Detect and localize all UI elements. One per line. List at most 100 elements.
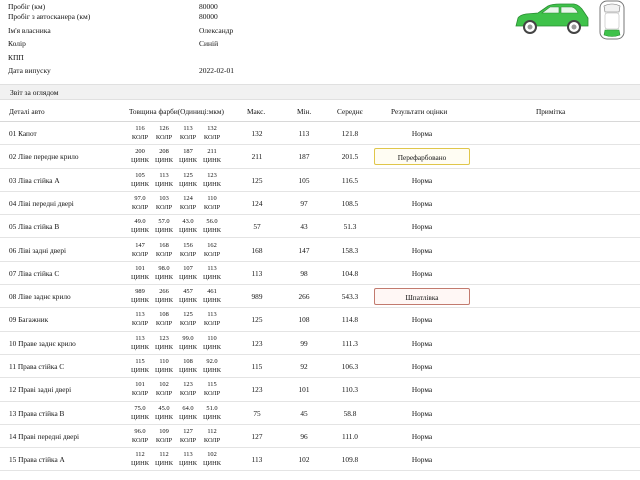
paint-layer: ЦИНК bbox=[178, 343, 198, 351]
info-row: Колір Синій bbox=[0, 37, 500, 51]
value-min: 266 bbox=[298, 292, 310, 302]
paint-readings: 113 ЦИНК 123 ЦИНК 99.0 ЦИНК 110 ЦИНК bbox=[128, 334, 228, 354]
part-name: 05 Ліва стійка B bbox=[9, 222, 60, 232]
paint-layer: ЦИНК bbox=[130, 367, 150, 374]
info-row: Дата випуску 2022-02-01 bbox=[0, 64, 500, 78]
paint-layer: ЦИНК bbox=[202, 180, 222, 188]
paint-value: 64.0 bbox=[182, 404, 194, 412]
paint-layer: КОЛР bbox=[131, 436, 149, 444]
paint-reading: 208 ЦИНК bbox=[152, 147, 176, 165]
value-max: 113 bbox=[251, 268, 263, 278]
paint-value: 147 bbox=[135, 241, 145, 249]
paint-value: 113 bbox=[207, 264, 217, 272]
paint-readings: 101 ЦИНК 98.0 ЦИНК 107 ЦИНК 113 ЦИНК bbox=[128, 264, 228, 284]
vehicle-info: Пробіг (км) 80000 Пробіг з автосканера (км… bbox=[0, 0, 640, 84]
paint-readings: 96.0 КОЛР 109 КОЛР 127 КОЛР 112 КОЛР bbox=[128, 427, 228, 447]
paint-layer: КОЛР bbox=[203, 436, 221, 444]
paint-layer: КОЛР bbox=[155, 436, 173, 444]
paint-layer: ЦИНК bbox=[154, 273, 174, 281]
paint-readings: 116 КОЛР 126 КОЛР 113 КОЛР 132 КОЛР bbox=[128, 124, 228, 144]
paint-value: 103 bbox=[159, 194, 169, 202]
result-text: Норма bbox=[411, 362, 433, 371]
value-min: 102 bbox=[298, 455, 310, 465]
value-avg: 110.3 bbox=[341, 385, 359, 395]
paint-reading: 125 ЦИНК bbox=[176, 171, 200, 189]
table-row: 09 Багажник 113 КОЛР 108 КОЛР 125 КОЛР 113 КОЛР 1… bbox=[0, 308, 640, 332]
paint-value: 123 bbox=[183, 381, 193, 389]
info-label: Колір bbox=[8, 39, 26, 48]
paint-value: 57.0 bbox=[158, 218, 170, 226]
value-max: 75 bbox=[253, 408, 261, 418]
value-avg: 111.3 bbox=[342, 338, 358, 348]
paint-value: 200 bbox=[135, 148, 145, 156]
paint-layer: КОЛР bbox=[155, 134, 173, 141]
paint-layer: ЦИНК bbox=[130, 180, 150, 188]
value-max: 125 bbox=[251, 175, 263, 185]
paint-reading: 108 ЦИНК bbox=[176, 357, 200, 375]
paint-value: 461 bbox=[207, 288, 217, 296]
value-min: 97 bbox=[300, 198, 308, 208]
paint-layer: КОЛР bbox=[179, 320, 197, 328]
paint-value: 266 bbox=[159, 288, 169, 296]
paint-reading: 113 ЦИНК bbox=[176, 450, 200, 468]
paint-readings: 112 ЦИНК 112 ЦИНК 113 ЦИНК 102 ЦИНК bbox=[128, 450, 228, 470]
part-name: 07 Ліва стійка C bbox=[9, 268, 60, 278]
car-side-view-icon bbox=[515, 3, 589, 34]
paint-layer: КОЛР bbox=[203, 134, 221, 141]
paint-reading: 110 ЦИНК bbox=[200, 334, 224, 352]
paint-value: 123 bbox=[207, 171, 217, 179]
paint-layer: КОЛР bbox=[179, 250, 197, 258]
paint-layer: КОЛР bbox=[131, 390, 149, 398]
header-min: Мін. bbox=[297, 107, 312, 116]
result-text: Норма bbox=[411, 408, 433, 418]
paint-reading: 168 КОЛР bbox=[152, 241, 176, 259]
part-name: 03 Ліва стійка A bbox=[9, 175, 60, 185]
value-min: 43 bbox=[300, 222, 308, 232]
paint-value: 110 bbox=[207, 334, 217, 342]
part-name: 12 Праві задні двері bbox=[9, 385, 72, 395]
paint-layer: КОЛР bbox=[131, 203, 149, 211]
header-paint: Товщина фарби(Одиниці:мкм) bbox=[129, 107, 224, 116]
value-max: 124 bbox=[251, 198, 263, 208]
part-name: 02 Ліве передне крило bbox=[9, 152, 79, 162]
paint-reading: 147 КОЛР bbox=[128, 241, 152, 259]
table-row: 01 Капот 116 КОЛР 126 КОЛР 113 КОЛР 132 КОЛР 132 1… bbox=[0, 122, 640, 146]
value-avg: 109.8 bbox=[341, 455, 359, 465]
table-row: 15 Права стійка A 112 ЦИНК 112 ЦИНК 113 ЦИНК 10… bbox=[0, 448, 640, 472]
table-row: 05 Ліва стійка B 49.0 ЦИНК 57.0 ЦИНК 43.0 ЦИНК… bbox=[0, 215, 640, 239]
paint-reading: 98.0 ЦИНК bbox=[152, 264, 176, 282]
paint-value: 109 bbox=[159, 427, 169, 435]
paint-reading: 125 КОЛР bbox=[176, 310, 200, 328]
paint-reading: 102 ЦИНК bbox=[200, 450, 224, 468]
paint-reading: 56.0 ЦИНК bbox=[200, 217, 224, 235]
paint-value: 113 bbox=[183, 125, 193, 132]
paint-reading: 113 КОЛР bbox=[128, 310, 152, 328]
paint-value: 125 bbox=[183, 311, 193, 319]
paint-layer: ЦИНК bbox=[178, 297, 198, 305]
part-name: 14 Праві передні двері bbox=[9, 431, 80, 441]
paint-value: 126 bbox=[159, 125, 169, 132]
paint-value: 102 bbox=[207, 451, 217, 459]
info-value: Олександр bbox=[199, 26, 234, 35]
paint-reading: 132 КОЛР bbox=[200, 124, 224, 142]
result-text: Норма bbox=[411, 222, 433, 232]
paint-layer: ЦИНК bbox=[130, 227, 150, 235]
paint-value: 75.0 bbox=[134, 404, 146, 412]
value-max: 168 bbox=[251, 245, 263, 255]
part-name: 11 Права стійка C bbox=[9, 362, 65, 371]
value-avg: 114.8 bbox=[341, 315, 359, 325]
paint-layer: ЦИНК bbox=[130, 273, 150, 281]
paint-value: 113 bbox=[159, 171, 169, 179]
paint-value: 101 bbox=[135, 381, 145, 389]
paint-value: 168 bbox=[159, 241, 169, 249]
info-row: Ім'я власника Олександр bbox=[0, 24, 500, 38]
info-label: КПП bbox=[8, 53, 24, 62]
paint-value: 156 bbox=[183, 241, 193, 249]
paint-layer: ЦИНК bbox=[130, 460, 150, 468]
info-row: КПП bbox=[0, 51, 500, 65]
part-name: 09 Багажник bbox=[9, 315, 49, 325]
paint-value: 92.0 bbox=[206, 358, 218, 365]
paint-value: 211 bbox=[207, 148, 217, 156]
paint-reading: 110 ЦИНК bbox=[152, 357, 176, 375]
part-name: 08 Ліве заднє крило bbox=[9, 292, 71, 302]
